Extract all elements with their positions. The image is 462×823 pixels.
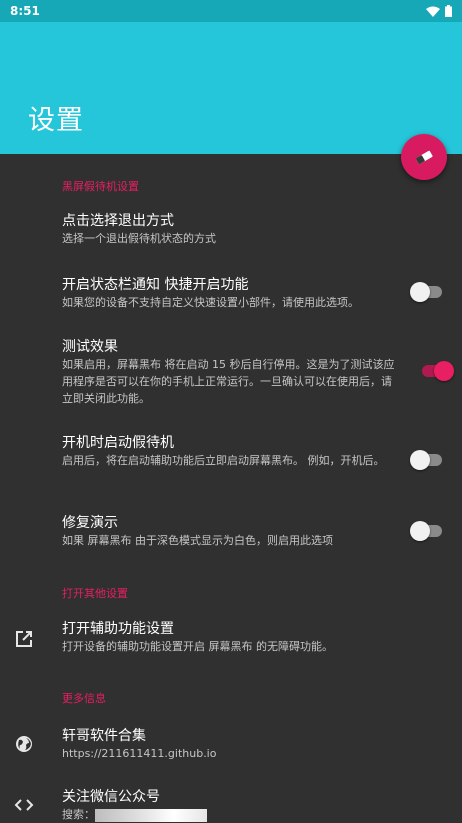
pref-summary: 搜索： (62, 806, 402, 823)
code-icon (14, 799, 34, 811)
pref-summary: 如果启用，屏幕黑布 将在启动 15 秒后自行停用。这是为了测试该应用程序是否可以… (62, 358, 395, 405)
pref-summary: 如果 屏幕黑布 由于深色模式显示为白色，则启用此选项 (62, 534, 333, 547)
pref-wechat-account[interactable]: 关注微信公众号 搜索： (62, 788, 402, 823)
pref-statusbar-notification[interactable]: 开启状态栏通知 快捷开启功能 如果您的设备不支持自定义快速设置小部件，请使用此选… (62, 276, 402, 311)
globe-icon (16, 736, 32, 752)
app-bar: 设置 (0, 22, 462, 154)
battery-icon (445, 5, 452, 17)
pref-summary: https://211611411.github.io (62, 747, 217, 760)
status-bar: 8:51 (0, 0, 462, 22)
toggle-test-effect[interactable] (418, 361, 454, 381)
eraser-icon (415, 150, 433, 165)
pref-accessibility-settings[interactable]: 打开辅助功能设置 打开设备的辅助功能设置开启 屏幕黑布 的无障碍功能。 (62, 620, 402, 655)
pref-title: 测试效果 (62, 339, 118, 355)
start-blackout-button[interactable] (401, 134, 447, 180)
section-header-more: 更多信息 (62, 692, 106, 705)
pref-summary: 启用后，将在启动辅助功能后立即启动屏幕黑布。 例如，开机后。 (62, 454, 385, 467)
pref-summary: 如果您的设备不支持自定义快速设置小部件，请使用此选项。 (62, 296, 359, 309)
pref-fix-display[interactable]: 修复演示 如果 屏幕黑布 由于深色模式显示为白色，则启用此选项 (62, 514, 402, 549)
pref-summary: 选择一个退出假待机状态的方式 (62, 232, 216, 245)
pref-exit-method[interactable]: 点击选择退出方式 选择一个退出假待机状态的方式 (62, 212, 402, 247)
toggle-fix-display[interactable] (410, 521, 446, 541)
search-label: 搜索： (62, 808, 95, 821)
section-header-other: 打开其他设置 (62, 587, 128, 600)
status-icons (426, 5, 452, 17)
open-external-icon (16, 631, 32, 647)
toggle-statusbar-notification[interactable] (410, 282, 446, 302)
pref-title: 点击选择退出方式 (62, 213, 174, 229)
pref-software-collection[interactable]: 轩哥软件合集 https://211611411.github.io (62, 727, 402, 762)
pref-title: 修复演示 (62, 515, 118, 531)
pref-title: 打开辅助功能设置 (62, 621, 174, 637)
page-title: 设置 (28, 105, 84, 136)
pref-title: 开启状态栏通知 快捷开启功能 (62, 277, 249, 293)
wifi-icon (426, 6, 440, 17)
redacted-account-name (95, 808, 207, 822)
status-time: 8:51 (10, 4, 40, 18)
toggle-start-on-boot[interactable] (410, 450, 446, 470)
pref-title: 轩哥软件合集 (62, 728, 146, 744)
pref-start-on-boot[interactable]: 开机时启动假待机 启用后，将在启动辅助功能后立即启动屏幕黑布。 例如，开机后。 (62, 434, 402, 469)
pref-title: 开机时启动假待机 (62, 435, 174, 451)
pref-test-effect[interactable]: 测试效果 如果启用，屏幕黑布 将在启动 15 秒后自行停用。这是为了测试该应用程… (62, 338, 402, 407)
pref-summary: 打开设备的辅助功能设置开启 屏幕黑布 的无障碍功能。 (62, 640, 333, 653)
pref-title: 关注微信公众号 (62, 789, 160, 805)
section-header-standby: 黑屏假待机设置 (62, 180, 139, 193)
